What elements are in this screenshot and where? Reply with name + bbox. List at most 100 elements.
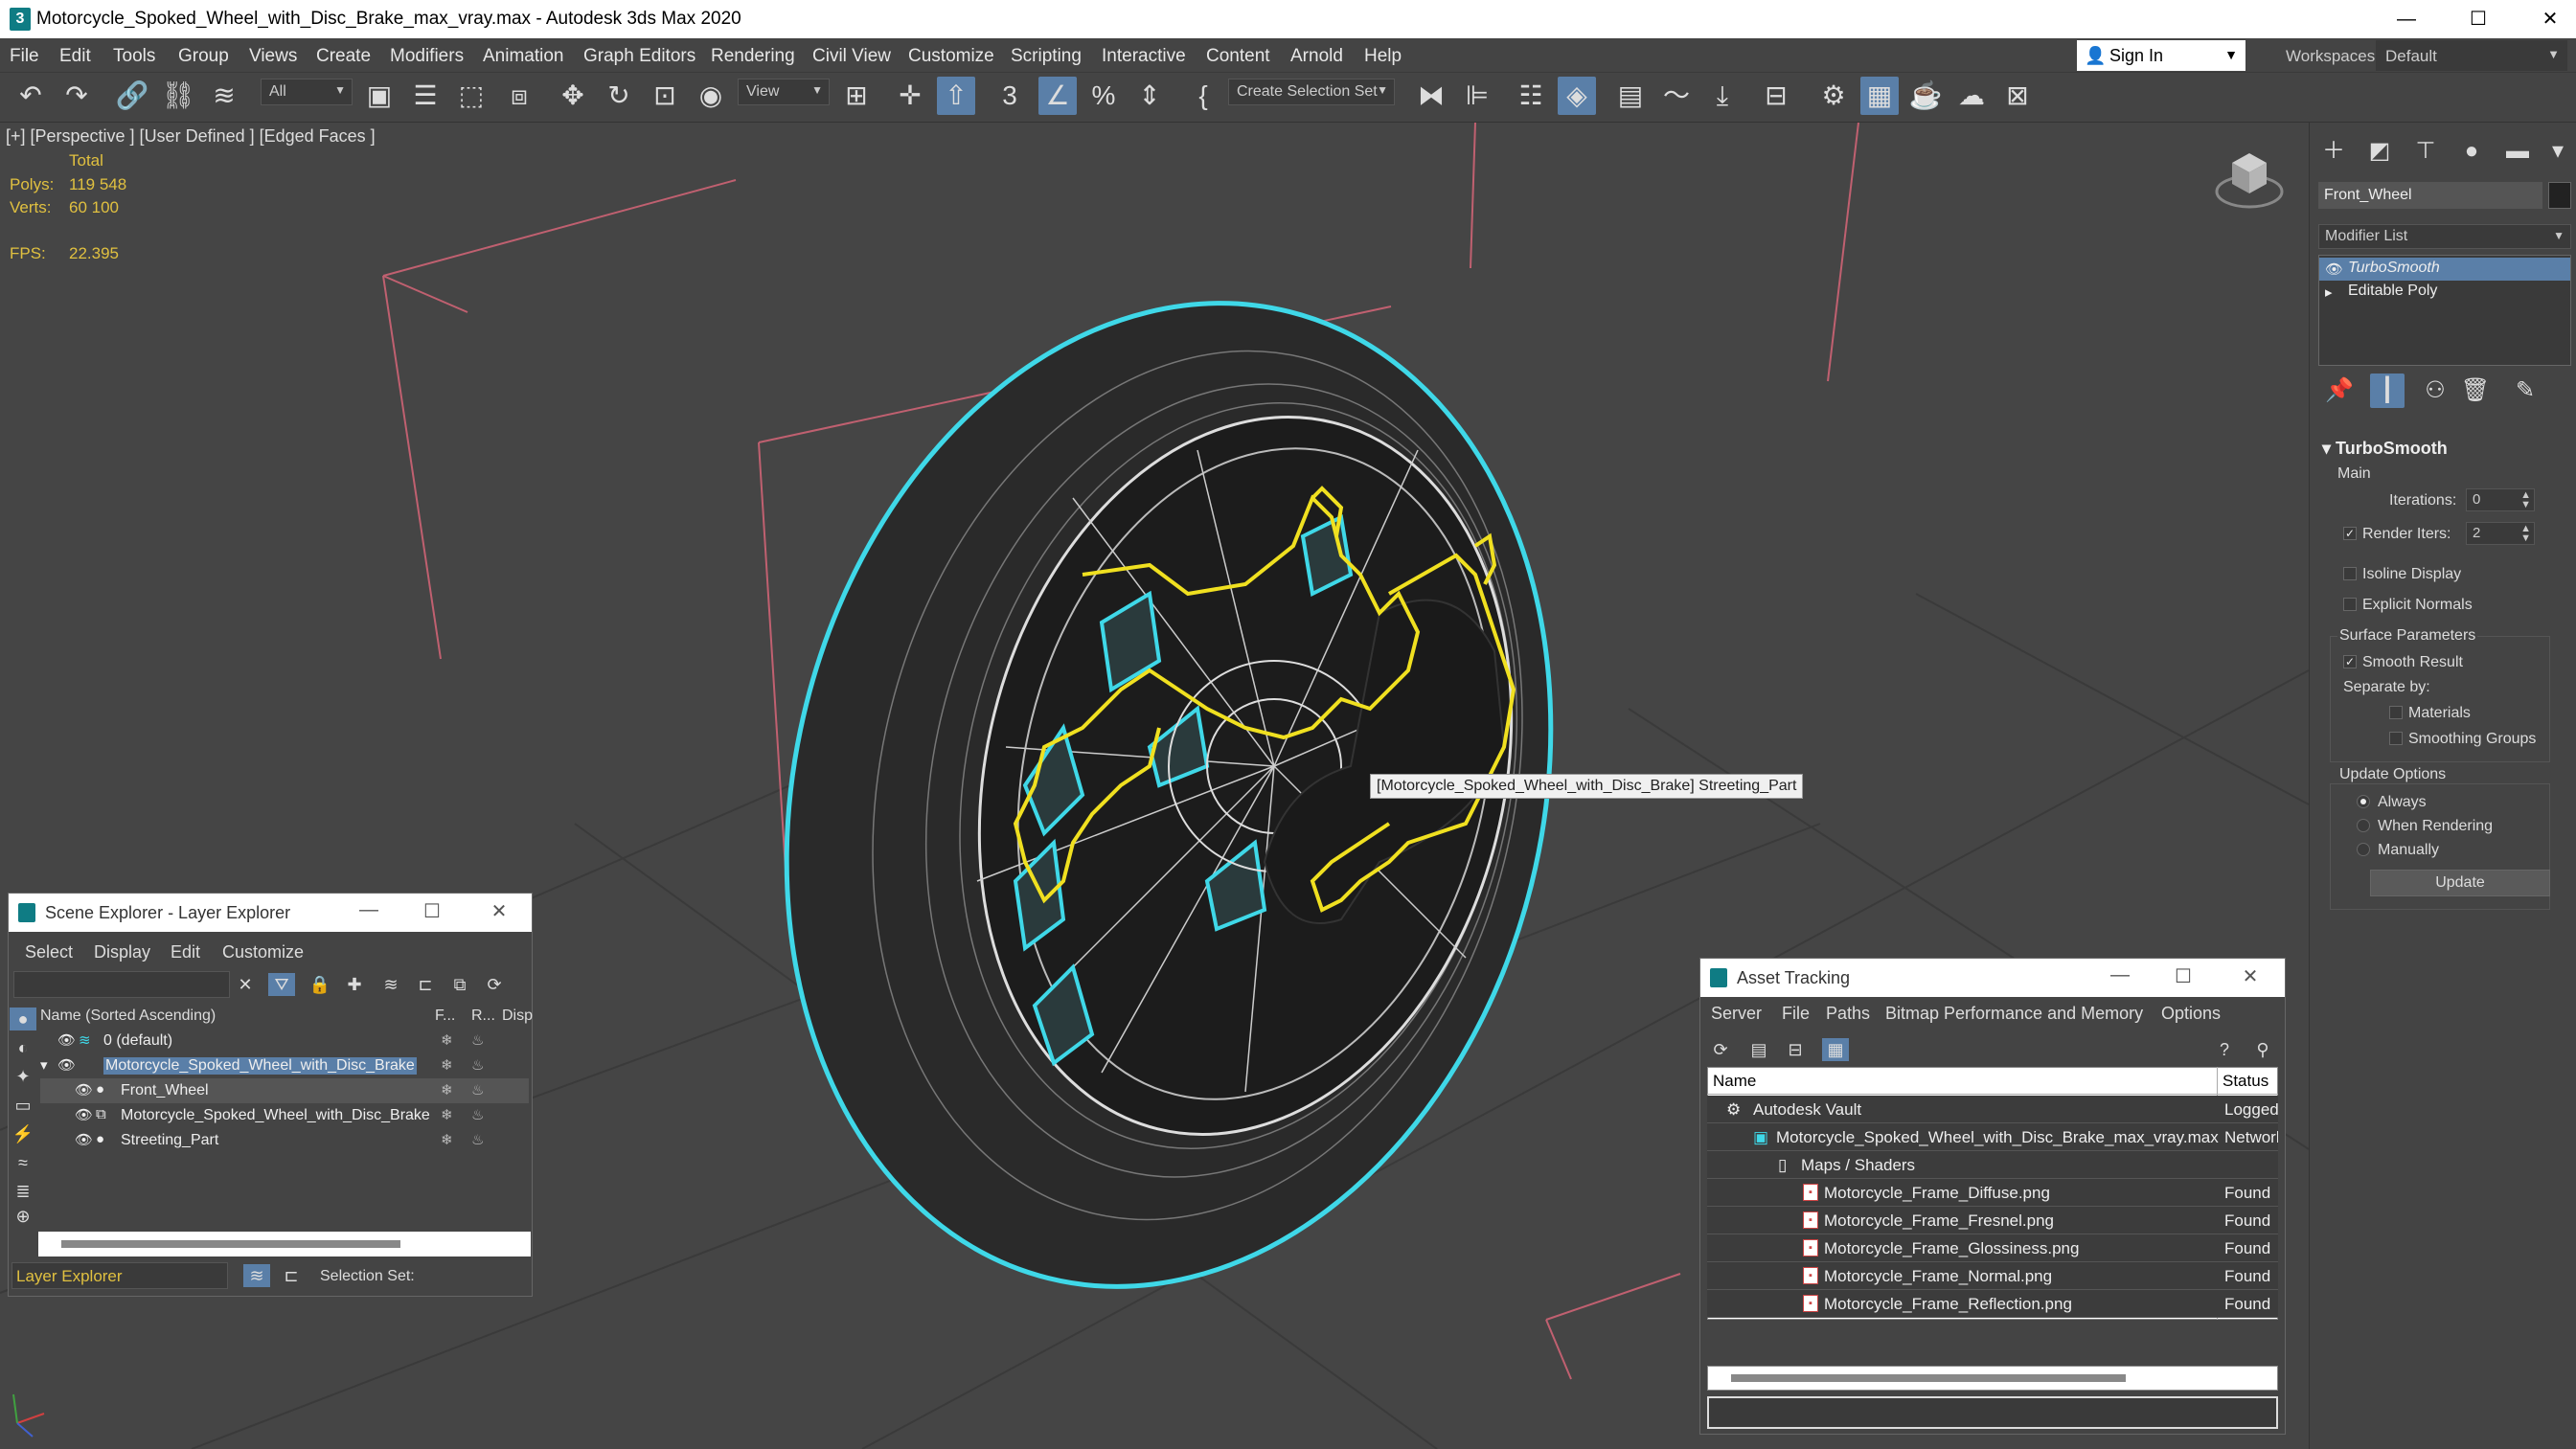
collapse-arrow-icon[interactable]: ▾ (40, 1056, 48, 1074)
align-icon[interactable]: ⊫ (1458, 77, 1496, 115)
display-shapes-icon[interactable]: ◐ (10, 1036, 36, 1059)
toggle-ribbon-icon[interactable]: ▤ (1611, 77, 1650, 115)
render-frame-window-icon[interactable]: ☕ (1906, 77, 1945, 115)
pin-icon[interactable]: ⚲ (2249, 1038, 2276, 1061)
eye-icon[interactable]: 👁 (75, 1106, 93, 1123)
maximize-button[interactable]: ☐ (2465, 6, 2492, 33)
pivot-center-icon[interactable]: ⊞ (837, 77, 876, 115)
scale-icon[interactable]: ⊡ (646, 77, 684, 115)
turbosmooth-rollout-header[interactable]: ▾ TurboSmooth (2322, 439, 2448, 459)
at-menu-options[interactable]: Options (2161, 1004, 2221, 1024)
unlink-icon[interactable]: ⛓ (159, 77, 197, 115)
menu-animation[interactable]: Animation (483, 46, 564, 67)
display-tab-icon[interactable]: ▬ (2500, 134, 2535, 169)
render-teapot-icon[interactable]: ♨ (471, 1106, 484, 1123)
menu-arnold[interactable]: Arnold (1290, 46, 1343, 67)
render-teapot-icon[interactable]: ♨ (471, 1031, 484, 1049)
filter-icon[interactable]: ⛛ (268, 973, 295, 996)
scene-explorer-titlebar[interactable]: Scene Explorer - Layer Explorer — ☐ ✕ (9, 894, 532, 932)
update-always-radio[interactable] (2357, 795, 2370, 808)
render-teapot-icon[interactable]: ♨ (471, 1081, 484, 1098)
add-layer-icon[interactable]: ✚ (341, 973, 368, 996)
display-spacewarps-icon[interactable]: ≈ (10, 1151, 36, 1174)
materials-checkbox[interactable] (2389, 706, 2403, 719)
eye-icon[interactable]: 👁 (57, 1031, 76, 1049)
menu-graph-editors[interactable]: Graph Editors (583, 46, 695, 67)
close-button[interactable]: ✕ (2237, 964, 2264, 988)
undo-icon[interactable]: ↶ (11, 77, 50, 115)
layer-row-motorcycle[interactable]: ▾ 👁 Motorcycle_Spoked_Wheel_with_Disc_Br… (40, 1053, 529, 1078)
lock-icon[interactable]: 🔒 (307, 973, 333, 996)
se-menu-edit[interactable]: Edit (171, 942, 200, 962)
material-editor-icon[interactable]: ⚙ (1814, 77, 1853, 115)
display-lights-icon[interactable]: ✦ (10, 1065, 36, 1088)
menu-views[interactable]: Views (249, 46, 297, 67)
menu-tools[interactable]: Tools (113, 46, 155, 67)
object-color-swatch[interactable] (2548, 182, 2571, 209)
keyboard-shortcut-override-icon[interactable]: ⇧ (937, 77, 975, 115)
spinner-arrows-icon[interactable]: ▲ ▼ (2520, 490, 2531, 510)
se-menu-select[interactable]: Select (25, 942, 73, 962)
asset-row-fresnel[interactable]: ▪ Motorcycle_Frame_Fresnel.png Found (1707, 1207, 2278, 1234)
list-view-icon[interactable]: ▤ (1745, 1038, 1772, 1061)
bind-space-warp-icon[interactable]: ≋ (205, 77, 243, 115)
display-groups-icon[interactable]: ≣ (10, 1180, 36, 1203)
display-xrefs-icon[interactable]: ⊕ (10, 1205, 36, 1228)
iterations-spinner[interactable]: 0 ▲ ▼ (2466, 488, 2535, 511)
select-manipulate-icon[interactable]: ✛ (891, 77, 929, 115)
minimize-button[interactable]: — (2393, 6, 2420, 33)
render-teapot-icon[interactable]: ♨ (471, 1131, 484, 1148)
scene-hierarchy-icon[interactable]: ⊏ (278, 1264, 305, 1287)
update-manually-radio[interactable] (2357, 843, 2370, 856)
se-column-freeze[interactable]: F... (435, 1008, 455, 1025)
expand-arrow-icon[interactable]: ▸ (2325, 283, 2333, 301)
se-column-display[interactable]: Disp (502, 1008, 533, 1025)
menu-help[interactable]: Help (1364, 46, 1402, 67)
redo-icon[interactable]: ↷ (57, 77, 96, 115)
asset-row-diffuse[interactable]: ▪ Motorcycle_Frame_Diffuse.png Found (1707, 1179, 2278, 1207)
dope-sheet-icon[interactable]: ⤓ (1703, 77, 1742, 115)
refresh-icon[interactable]: ⟳ (1707, 1038, 1734, 1061)
layer-row-default[interactable]: 👁 ≋ 0 (default) ❄ ♨ (40, 1029, 529, 1053)
render-iters-spinner[interactable]: 2 ▲ ▼ (2466, 522, 2535, 545)
angle-snap-icon[interactable]: ∠ (1038, 77, 1077, 115)
freeze-icon[interactable]: ❄ (441, 1031, 453, 1049)
object-row-motorcycle[interactable]: 👁 ⧉ Motorcycle_Spoked_Wheel_with_Disc_Br… (40, 1103, 529, 1128)
freeze-icon[interactable]: ❄ (441, 1056, 453, 1074)
asset-row-maps-shaders[interactable]: ▯ Maps / Shaders (1707, 1151, 2278, 1179)
se-search-input[interactable] (13, 971, 230, 998)
hierarchy-icon[interactable]: ⊏ (412, 973, 439, 996)
maximize-button[interactable]: ☐ (2170, 964, 2197, 988)
table-view-icon[interactable]: ⊟ (1782, 1038, 1809, 1061)
freeze-icon[interactable]: ❄ (441, 1081, 453, 1098)
update-when-rendering-radio[interactable] (2357, 819, 2370, 832)
menu-interactive[interactable]: Interactive (1102, 46, 1186, 67)
make-unique-icon[interactable]: ⚇ (2418, 374, 2452, 408)
modifier-editable-poly[interactable]: ▸ Editable Poly (2319, 281, 2570, 304)
sync-icon[interactable]: ⟳ (481, 973, 508, 996)
asset-row-reflection[interactable]: ▪ Motorcycle_Frame_Reflection.png Found (1707, 1290, 2278, 1318)
eye-icon[interactable]: 👁 (75, 1131, 93, 1148)
named-selection-dropdown[interactable]: Create Selection Set ▼ (1228, 79, 1395, 105)
se-column-name[interactable]: Name (Sorted Ascending) (40, 1008, 216, 1025)
modifier-turbosmooth[interactable]: 👁 TurboSmooth (2319, 258, 2570, 281)
menu-modifiers[interactable]: Modifiers (390, 46, 464, 67)
se-menu-display[interactable]: Display (94, 942, 150, 962)
viewcube[interactable] (2215, 153, 2284, 209)
object-row-front-wheel[interactable]: 👁 ● Front_Wheel ❄ ♨ (40, 1078, 529, 1103)
at-horizontal-scrollbar[interactable] (1707, 1366, 2278, 1391)
menu-edit[interactable]: Edit (59, 46, 91, 67)
asset-row-glossiness[interactable]: ▪ Motorcycle_Frame_Glossiness.png Found (1707, 1234, 2278, 1262)
menu-file[interactable]: File (10, 46, 39, 67)
menu-content[interactable]: Content (1206, 46, 1270, 67)
menu-group[interactable]: Group (178, 46, 229, 67)
at-menu-file[interactable]: File (1782, 1004, 1810, 1024)
rotate-icon[interactable]: ↻ (600, 77, 638, 115)
tree-view-icon[interactable]: ▦ (1822, 1038, 1849, 1061)
display-cameras-icon[interactable]: ▭ (10, 1094, 36, 1117)
smooth-result-checkbox[interactable]: ✓ (2343, 655, 2357, 668)
asset-row-max-file[interactable]: ▣ Motorcycle_Spoked_Wheel_with_Disc_Brak… (1707, 1123, 2278, 1151)
minimize-button[interactable]: — (2107, 964, 2133, 986)
menu-customize[interactable]: Customize (908, 46, 994, 67)
render-teapot-icon[interactable]: ♨ (471, 1056, 484, 1074)
